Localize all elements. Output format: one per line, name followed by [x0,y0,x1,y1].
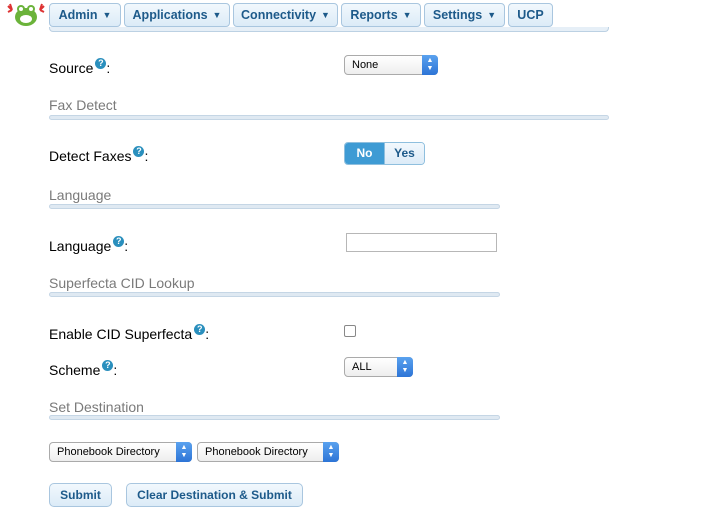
clear-destination-submit-button[interactable]: Clear Destination & Submit [126,483,303,507]
enable-cid-superfecta-checkbox[interactable] [344,325,356,337]
help-icon[interactable]: ? [133,146,145,157]
detect-faxes-toggle: No Yes [344,142,425,165]
header-divider [49,27,609,32]
scheme-select[interactable]: ALL ▲ ▼ [344,357,413,377]
select-arrows-icon: ▲ ▼ [397,357,413,377]
select-arrows-icon: ▲ ▼ [323,442,339,462]
section-divider [49,415,500,420]
freepbx-frog-logo[interactable] [6,2,46,28]
section-fax-detect: Fax Detect [49,97,117,113]
caret-down-icon: ▼ [102,10,112,20]
nav-reports[interactable]: Reports ▼ [341,3,421,27]
nav-settings[interactable]: Settings ▼ [424,3,505,27]
help-icon[interactable]: ? [113,236,125,247]
section-divider [49,115,609,120]
scheme-label: Scheme?: [49,360,118,378]
destination-type-select[interactable]: Phonebook Directory ▲ ▼ [49,442,192,462]
source-select[interactable]: None ▲ ▼ [344,55,438,75]
source-label: Source?: [49,58,111,76]
nav-admin[interactable]: Admin ▼ [49,3,121,27]
section-divider [49,204,500,209]
caret-down-icon: ▼ [402,10,412,20]
submit-button[interactable]: Submit [49,483,112,507]
section-set-destination: Set Destination [49,399,144,415]
nav-connectivity[interactable]: Connectivity ▼ [233,3,338,27]
caret-down-icon: ▼ [212,10,222,20]
help-icon[interactable]: ? [95,58,107,69]
select-arrows-icon: ▲ ▼ [176,442,192,462]
top-navbar: Admin ▼ Applications ▼ Connectivity ▼ Repor… [0,0,716,30]
caret-down-icon: ▼ [487,10,497,20]
nav-ucp[interactable]: UCP [508,3,553,27]
select-arrows-icon: ▲ ▼ [422,55,438,75]
detect-faxes-yes[interactable]: Yes [384,143,424,164]
section-divider [49,292,500,297]
language-label: Language?: [49,236,129,254]
destination-target-select[interactable]: Phonebook Directory ▲ ▼ [197,442,339,462]
section-language: Language [49,187,112,203]
nav-applications[interactable]: Applications ▼ [124,3,230,27]
help-icon[interactable]: ? [102,360,114,371]
enable-cid-superfecta-label: Enable CID Superfecta?: [49,324,210,342]
detect-faxes-no[interactable]: No [345,143,384,164]
caret-down-icon: ▼ [321,10,330,20]
section-superfecta: Superfecta CID Lookup [49,275,195,291]
detect-faxes-label: Detect Faxes?: [49,146,149,164]
help-icon[interactable]: ? [194,324,206,335]
language-input[interactable] [346,233,497,252]
